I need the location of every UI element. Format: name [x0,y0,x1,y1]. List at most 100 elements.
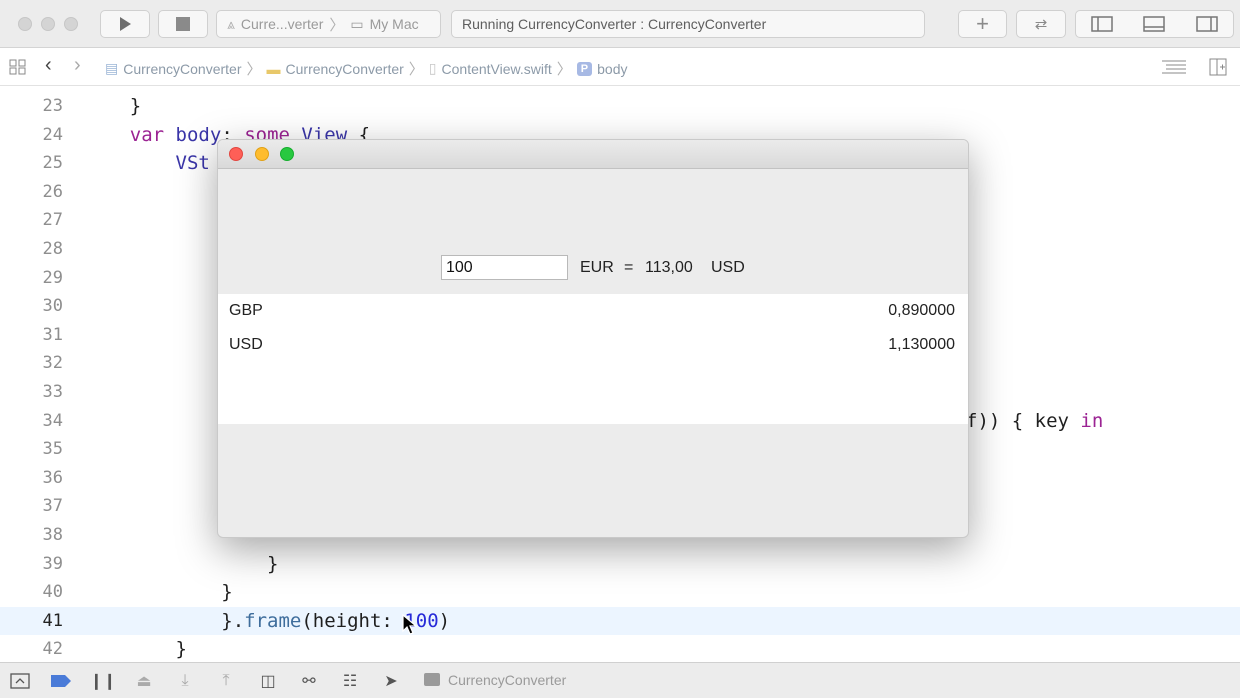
breakpoints-toggle[interactable] [51,671,71,691]
line-number[interactable]: 25 [0,153,63,173]
debug-bar: ❙❙ ⏏ ⤓ ⤒ ◫ ⚯ ☷ ➤ CurrencyConverter [0,662,1240,698]
chevron-right-icon: › [74,54,81,76]
target-currency-label: USD [711,259,745,276]
code-text[interactable]: } [84,95,141,117]
navigator-toggle-icon[interactable] [1091,16,1113,32]
forward-button[interactable]: › [74,54,81,77]
code-line[interactable]: 41 }.frame(height: 100) [0,606,1240,635]
rates-list[interactable]: GBP 0,890000 USD 1,130000 [218,294,968,424]
line-number[interactable]: 27 [0,210,63,230]
stop-button[interactable] [158,10,208,38]
app-minimize-button[interactable] [255,147,269,161]
scheme-target-label: Curre...verter [240,16,324,32]
line-number[interactable]: 35 [0,439,63,459]
step-into-icon: ⤓ [181,672,189,689]
line-number[interactable]: 24 [0,125,63,145]
chevron-right-icon: 〉 [556,61,572,78]
chevron-left-icon: ‹ [45,54,52,76]
related-items-icon[interactable] [9,59,27,75]
code-text[interactable]: } [84,553,278,575]
code-line[interactable]: 23 } [0,92,1240,120]
editor-options-icon[interactable] [1162,59,1186,75]
list-item[interactable]: GBP 0,890000 [218,294,968,328]
back-button[interactable]: ‹ [45,54,52,77]
environment-overrides-button[interactable]: ☷ [340,671,360,691]
environment-overrides-icon: ☷ [342,673,358,690]
chevron-right-icon: 〉 [408,61,424,78]
code-review-button[interactable]: ⇄ [1016,10,1066,38]
run-button[interactable] [100,10,150,38]
breadcrumb-symbol[interactable]: body [597,61,627,77]
breadcrumb-file[interactable]: ContentView.swift [442,61,552,77]
line-number[interactable]: 30 [0,296,63,316]
step-over-button[interactable]: ⏏ [134,671,154,691]
activity-view: Running CurrencyConverter : CurrencyConv… [451,10,925,38]
line-number[interactable]: 34 [0,411,63,431]
memory-graph-icon: ⚯ [302,673,316,690]
library-button[interactable]: + [958,10,1007,38]
hide-debug-area-button[interactable] [10,671,30,691]
view-hierarchy-icon: ◫ [260,673,276,690]
list-item[interactable]: USD 1,130000 [218,328,968,362]
line-number[interactable]: 31 [0,325,63,345]
stop-icon [176,17,190,31]
debug-area-toggle-icon[interactable] [1143,16,1166,32]
rate-currency: GBP [229,302,263,319]
scheme-selector[interactable]: ⩓ Curre...verter 〉 ▭ My Mac [216,10,441,38]
rate-currency: USD [229,336,263,353]
code-text[interactable]: f)) { key in [966,410,1103,432]
chevron-right-icon: 〉 [246,61,262,78]
view-debugger-button[interactable]: ◫ [258,671,278,691]
code-text[interactable]: } [84,581,232,603]
line-number[interactable]: 38 [0,525,63,545]
line-number[interactable]: 23 [0,96,63,116]
code-line[interactable]: 42 } [0,635,1240,662]
line-number[interactable]: 26 [0,182,63,202]
line-number[interactable]: 42 [0,639,63,659]
window-minimize-button[interactable] [41,17,55,31]
simulate-location-button[interactable]: ➤ [381,671,401,691]
line-number[interactable]: 41 [0,611,63,631]
amount-input[interactable] [441,255,568,280]
app-zoom-button[interactable] [280,147,294,161]
pause-button[interactable]: ❙❙ [90,671,117,691]
swift-file-icon: ▯ [428,60,437,76]
line-number[interactable]: 39 [0,554,63,574]
breadcrumb-project[interactable]: CurrencyConverter [123,61,241,77]
line-number[interactable]: 32 [0,353,63,373]
step-over-icon: ⏏ [136,673,152,690]
app-target-icon [424,673,440,686]
mouse-cursor-icon [402,614,418,635]
inspector-toggle-icon[interactable] [1196,16,1218,32]
location-arrow-icon: ➤ [384,673,398,690]
app-scheme-icon: ⩓ [227,15,235,32]
panel-toggle-group [1075,10,1234,38]
app-titlebar [218,140,968,169]
line-number[interactable]: 37 [0,496,63,516]
add-editor-icon[interactable] [1209,58,1227,76]
code-text[interactable]: } [84,638,187,660]
line-number[interactable]: 28 [0,239,63,259]
breadcrumb-folder[interactable]: CurrencyConverter [286,61,404,77]
step-into-button[interactable]: ⤓ [175,671,195,691]
step-out-icon: ⤒ [222,672,230,689]
converted-result: 113,00 [645,259,693,276]
code-line[interactable]: 39 } [0,550,1240,578]
mac-icon: ▭ [350,15,364,32]
window-close-button[interactable] [18,17,32,31]
step-out-button[interactable]: ⤒ [216,671,236,691]
project-icon: ▤ [105,60,119,76]
memory-graph-button[interactable]: ⚯ [299,671,319,691]
breakpoint-icon [51,675,71,687]
code-text[interactable]: VSt [84,152,210,174]
debug-target-label: CurrencyConverter [448,672,567,688]
line-number[interactable]: 36 [0,468,63,488]
app-close-button[interactable] [229,147,243,161]
window-zoom-button[interactable] [64,17,78,31]
line-number[interactable]: 33 [0,382,63,402]
line-number[interactable]: 40 [0,582,63,602]
code-text[interactable]: }.frame(height: 100) [84,610,450,632]
line-number[interactable]: 29 [0,268,63,288]
rate-value: 1,130000 [888,336,955,353]
code-line[interactable]: 40 } [0,578,1240,606]
